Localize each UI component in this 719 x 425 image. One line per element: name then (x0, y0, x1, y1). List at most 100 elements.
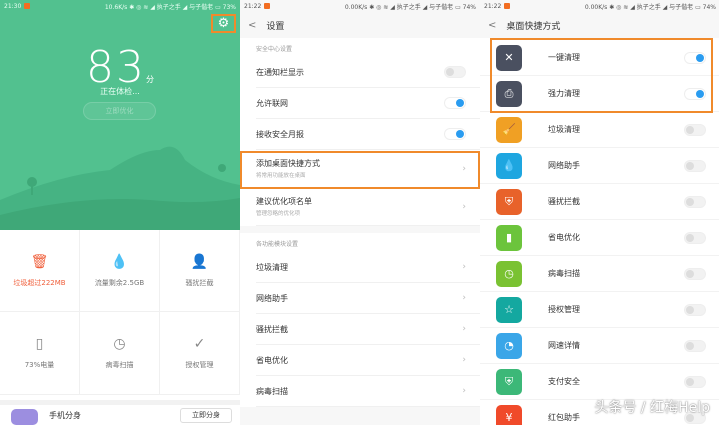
feature-label: 垃圾超过222MB (13, 278, 66, 287)
toggle-switch[interactable] (684, 339, 706, 352)
toggle-switch[interactable] (684, 267, 706, 280)
feature-grid: 🗑 垃圾超过222MB 💧 流量剩余2.5GB 👤 骚扰拦截 ▯ 73%电量 ◷ 病毒扫描 ✓ 授权管… (0, 230, 240, 395)
section-label: 安全中心设置 (240, 38, 480, 57)
toggle-switch[interactable] (684, 303, 706, 316)
shortcut-row: 💧 网络助手 (480, 148, 719, 184)
optimize-now-button[interactable]: 立即优化 (83, 102, 156, 120)
star-icon: ☆ (496, 296, 522, 323)
feature-user-block[interactable]: 👤 骚扰拦截 (160, 230, 240, 312)
battery-icon: ▮ (496, 224, 522, 251)
status-bar: 21:30 10.6K/s ✱ ◎ ≋ ◢ 执子之手 ◢ 与子偕老 ▭ 73% (0, 0, 240, 12)
toggle-switch[interactable] (684, 231, 706, 244)
row-label: 在通知栏显示 (256, 67, 304, 77)
section-label: 各功能模块设置 (240, 233, 480, 252)
module-row[interactable]: 病毒扫描 › (256, 376, 480, 407)
virus-scan-icon: ◷ (113, 336, 126, 352)
module-row[interactable]: 垃圾清理 › (256, 252, 480, 283)
shortcut-label: 支付安全 (548, 377, 580, 386)
header: < 桌面快捷方式 (480, 12, 719, 38)
status-indicators: 0.00K/s ✱ ◎ ≋ ◢ 执子之手 ◢ 与子偕老 ▭ 74% (584, 3, 716, 11)
chevron-right-icon: › (462, 262, 466, 272)
drop-icon: 💧 (496, 152, 522, 179)
settings-screen: 21:22 0.00K/s ✱ ◎ ≋ ◢ 执子之手 ◢ 与子偕老 ▭ 74% <… (240, 0, 480, 425)
card-title: 手机分身 (49, 411, 81, 420)
status-time: 21:22 (244, 2, 262, 10)
row-label: 建议优化项名单 (256, 197, 312, 206)
feature-label: 流量剩余2.5GB (94, 278, 145, 287)
trash-icon: 🗑 (30, 253, 49, 270)
row-label: 病毒扫描 (256, 386, 288, 396)
desktop-shortcuts-screen: 21:22 0.00K/s ✱ ◎ ≋ ◢ 执子之手 ◢ 与子偕老 ▭ 74% <… (480, 0, 719, 425)
back-icon[interactable]: < (488, 20, 496, 31)
feature-drop[interactable]: 💧 流量剩余2.5GB (80, 230, 160, 312)
chevron-right-icon: › (462, 386, 466, 396)
module-row[interactable]: 网络助手 › (256, 283, 480, 314)
feature-label: 病毒扫描 (105, 361, 134, 369)
clone-now-button[interactable]: 立即分身 (180, 408, 232, 423)
toggle-row: 允许联网 (256, 88, 480, 119)
row-label: 网络助手 (256, 293, 288, 303)
back-icon[interactable]: < (248, 20, 256, 31)
shortcut-label: 骚扰拦截 (548, 197, 580, 206)
shortcut-row: ▮ 省电优化 (480, 220, 719, 256)
shortcut-row: ◷ 病毒扫描 (480, 256, 719, 292)
toggle-switch[interactable] (444, 128, 466, 140)
shortcut-row: ⛨ 骚扰拦截 (480, 184, 719, 220)
feature-virus-scan[interactable]: ◷ 病毒扫描 (80, 312, 160, 395)
highlight-box (240, 151, 480, 189)
feature-label: 73%电量 (24, 361, 55, 369)
shortcut-row: ⛨ 支付安全 (480, 364, 719, 400)
row-label: 省电优化 (256, 355, 288, 365)
virus-scan-icon: ◷ (496, 260, 522, 287)
shield-icon: ⛨ (496, 368, 522, 395)
shortcut-label: 垃圾清理 (548, 125, 580, 134)
security-center-home: 21:30 10.6K/s ✱ ◎ ≋ ◢ 执子之手 ◢ 与子偕老 ▭ 73% ⚙… (0, 0, 240, 425)
shortcut-row: ◔ 网速详情 (480, 328, 719, 364)
row-label: 接收安全月报 (256, 129, 304, 139)
shield-user-icon: ⛨ (496, 188, 522, 215)
toggle-row: 在通知栏显示 (256, 57, 480, 88)
shortcut-label: 网络助手 (548, 161, 580, 170)
toggle-switch[interactable] (684, 195, 706, 208)
toggle-switch[interactable] (444, 97, 466, 109)
shortcut-row: 🧹 垃圾清理 (480, 112, 719, 148)
toggle-switch[interactable] (684, 159, 706, 172)
toggle-row: 接收安全月报 (256, 119, 480, 150)
check-circle-icon: ✓ (193, 336, 206, 352)
feature-battery[interactable]: ▯ 73%电量 (0, 312, 80, 395)
watermark: 头条号 / 红梅Help (594, 400, 710, 416)
link-row[interactable]: 建议优化项名单 管理忽略的优化项 › (256, 188, 480, 226)
red-packet-icon: ¥ (496, 404, 522, 425)
header: < 设置 (240, 12, 480, 38)
feature-label: 授权管理 (185, 361, 214, 369)
chevron-right-icon: › (462, 201, 466, 212)
status-time: 21:30 (4, 2, 22, 10)
shortcut-label: 授权管理 (548, 305, 580, 314)
row-label: 垃圾清理 (256, 262, 288, 272)
feature-trash[interactable]: 🗑 垃圾超过222MB (0, 230, 80, 312)
status-indicators: 10.6K/s ✱ ◎ ≋ ◢ 执子之手 ◢ 与子偕老 ▭ 73% (104, 3, 236, 11)
broom-icon: 🧹 (496, 116, 522, 143)
highlight-box (490, 38, 713, 113)
module-row[interactable]: 骚扰拦截 › (256, 314, 480, 345)
checking-status: 正在体检... (100, 87, 140, 96)
status-indicators: 0.00K/s ✱ ◎ ≋ ◢ 执子之手 ◢ 与子偕老 ▭ 74% (344, 3, 476, 11)
phone-clone-card: 手机分身 立即分身 (0, 400, 240, 425)
battery-icon: ▯ (35, 336, 44, 352)
settings-list-2: 各功能模块设置 垃圾清理 › 网络助手 › 骚扰拦截 › 省电优化 › 病毒扫描 › (240, 233, 480, 407)
module-row[interactable]: 省电优化 › (256, 345, 480, 376)
settings-gear-button[interactable]: ⚙ (211, 14, 236, 33)
settings-list-1: 安全中心设置 在通知栏显示 允许联网 接收安全月报 添加桌面快捷方式 将常用功能放在桌… (240, 38, 480, 226)
shortcut-label: 网速详情 (548, 341, 580, 350)
toggle-switch[interactable] (684, 375, 706, 388)
toggle-switch[interactable] (684, 123, 706, 136)
toggle-switch[interactable] (444, 66, 466, 78)
drop-icon: 💧 (110, 253, 129, 270)
chevron-right-icon: › (462, 293, 466, 303)
gear-icon: ⚙ (217, 16, 230, 31)
shortcut-label: 病毒扫描 (548, 269, 580, 278)
feature-check-circle[interactable]: ✓ 授权管理 (160, 312, 240, 395)
status-bar: 21:22 0.00K/s ✱ ◎ ≋ ◢ 执子之手 ◢ 与子偕老 ▭ 74% (240, 0, 480, 12)
page-title: 设置 (266, 21, 285, 32)
chevron-right-icon: › (462, 324, 466, 334)
